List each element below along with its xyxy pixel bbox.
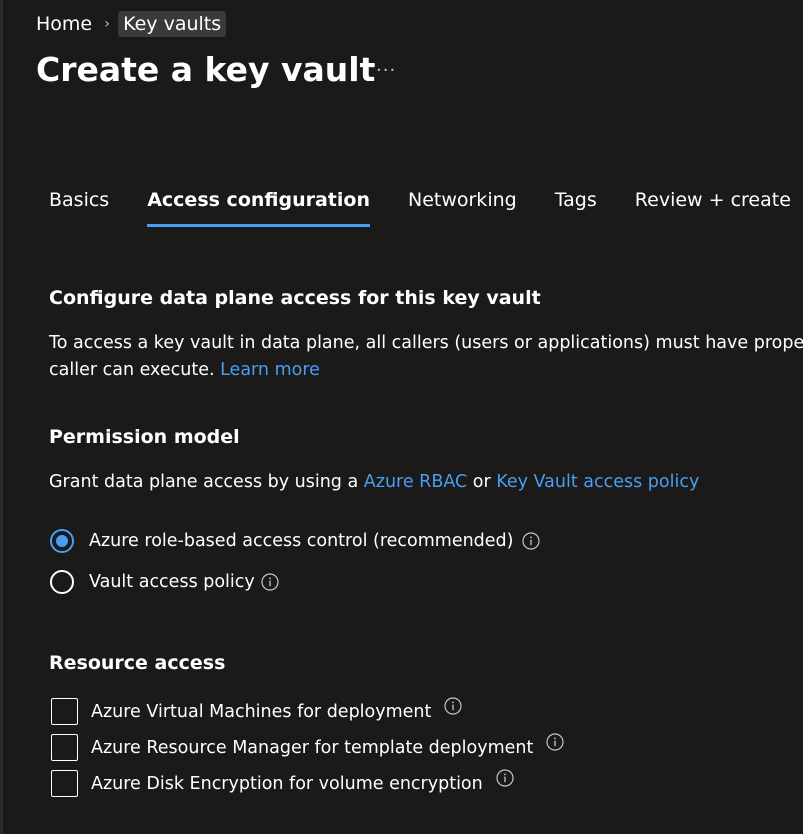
tab-basics[interactable]: Basics xyxy=(49,184,109,228)
chevron-right-icon: › xyxy=(104,16,110,32)
checkbox-resource-manager[interactable] xyxy=(51,734,78,761)
tab-bar: Basics Access configuration Networking T… xyxy=(49,184,803,228)
checkbox-option-virtual-machines[interactable]: Azure Virtual Machines for deployment xyxy=(51,696,462,725)
checkbox-option-disk-encryption[interactable]: Azure Disk Encryption for volume encrypt… xyxy=(51,768,514,797)
key-vault-access-policy-link[interactable]: Key Vault access policy xyxy=(496,472,699,492)
radio-button-rbac[interactable] xyxy=(50,529,74,553)
info-icon[interactable] xyxy=(546,732,564,751)
more-horizontal-icon[interactable]: ··· xyxy=(376,60,396,81)
info-icon[interactable] xyxy=(496,768,514,787)
page-title: Create a key vault xyxy=(36,50,376,89)
breadcrumb-key-vaults-link[interactable]: Key vaults xyxy=(118,11,227,37)
data-plane-description-line2: caller can execute. Learn more xyxy=(49,360,320,380)
checkbox-disk-encryption[interactable] xyxy=(51,770,78,797)
info-icon[interactable] xyxy=(444,696,462,715)
radio-button-vault-access-policy[interactable] xyxy=(50,570,74,594)
info-icon[interactable] xyxy=(261,573,279,591)
tab-review-create[interactable]: Review + create xyxy=(635,184,791,228)
breadcrumb-home-link[interactable]: Home xyxy=(36,13,96,35)
radio-label-rbac: Azure role-based access control (recomme… xyxy=(89,531,514,551)
checkbox-virtual-machines[interactable] xyxy=(51,698,78,725)
radio-option-vault-access-policy[interactable]: Vault access policy xyxy=(50,570,279,594)
permission-model-description: Grant data plane access by using a Azure… xyxy=(49,472,699,492)
checkbox-option-resource-manager[interactable]: Azure Resource Manager for template depl… xyxy=(51,732,564,761)
tab-tags[interactable]: Tags xyxy=(555,184,597,228)
tab-access-configuration[interactable]: Access configuration xyxy=(147,184,370,228)
breadcrumb: Home › Key vaults xyxy=(36,10,227,38)
permission-model-heading: Permission model xyxy=(49,426,240,448)
radio-option-rbac[interactable]: Azure role-based access control (recomme… xyxy=(50,529,540,553)
checkbox-label-virtual-machines: Azure Virtual Machines for deployment xyxy=(91,701,432,722)
data-plane-description: To access a key vault in data plane, all… xyxy=(49,333,803,353)
data-plane-heading: Configure data plane access for this key… xyxy=(49,287,541,309)
info-icon[interactable] xyxy=(521,532,540,550)
permission-model-or: or xyxy=(467,472,497,492)
learn-more-link[interactable]: Learn more xyxy=(220,360,320,380)
resource-access-heading: Resource access xyxy=(49,652,226,674)
left-edge-divider xyxy=(0,0,3,834)
tab-networking[interactable]: Networking xyxy=(408,184,517,228)
checkbox-label-disk-encryption: Azure Disk Encryption for volume encrypt… xyxy=(91,773,483,794)
permission-model-prefix: Grant data plane access by using a xyxy=(49,472,364,492)
data-plane-description-text: caller can execute. xyxy=(49,360,221,380)
azure-rbac-link[interactable]: Azure RBAC xyxy=(364,472,467,492)
radio-label-vault-access-policy: Vault access policy xyxy=(89,572,255,592)
checkbox-label-resource-manager: Azure Resource Manager for template depl… xyxy=(91,737,534,758)
